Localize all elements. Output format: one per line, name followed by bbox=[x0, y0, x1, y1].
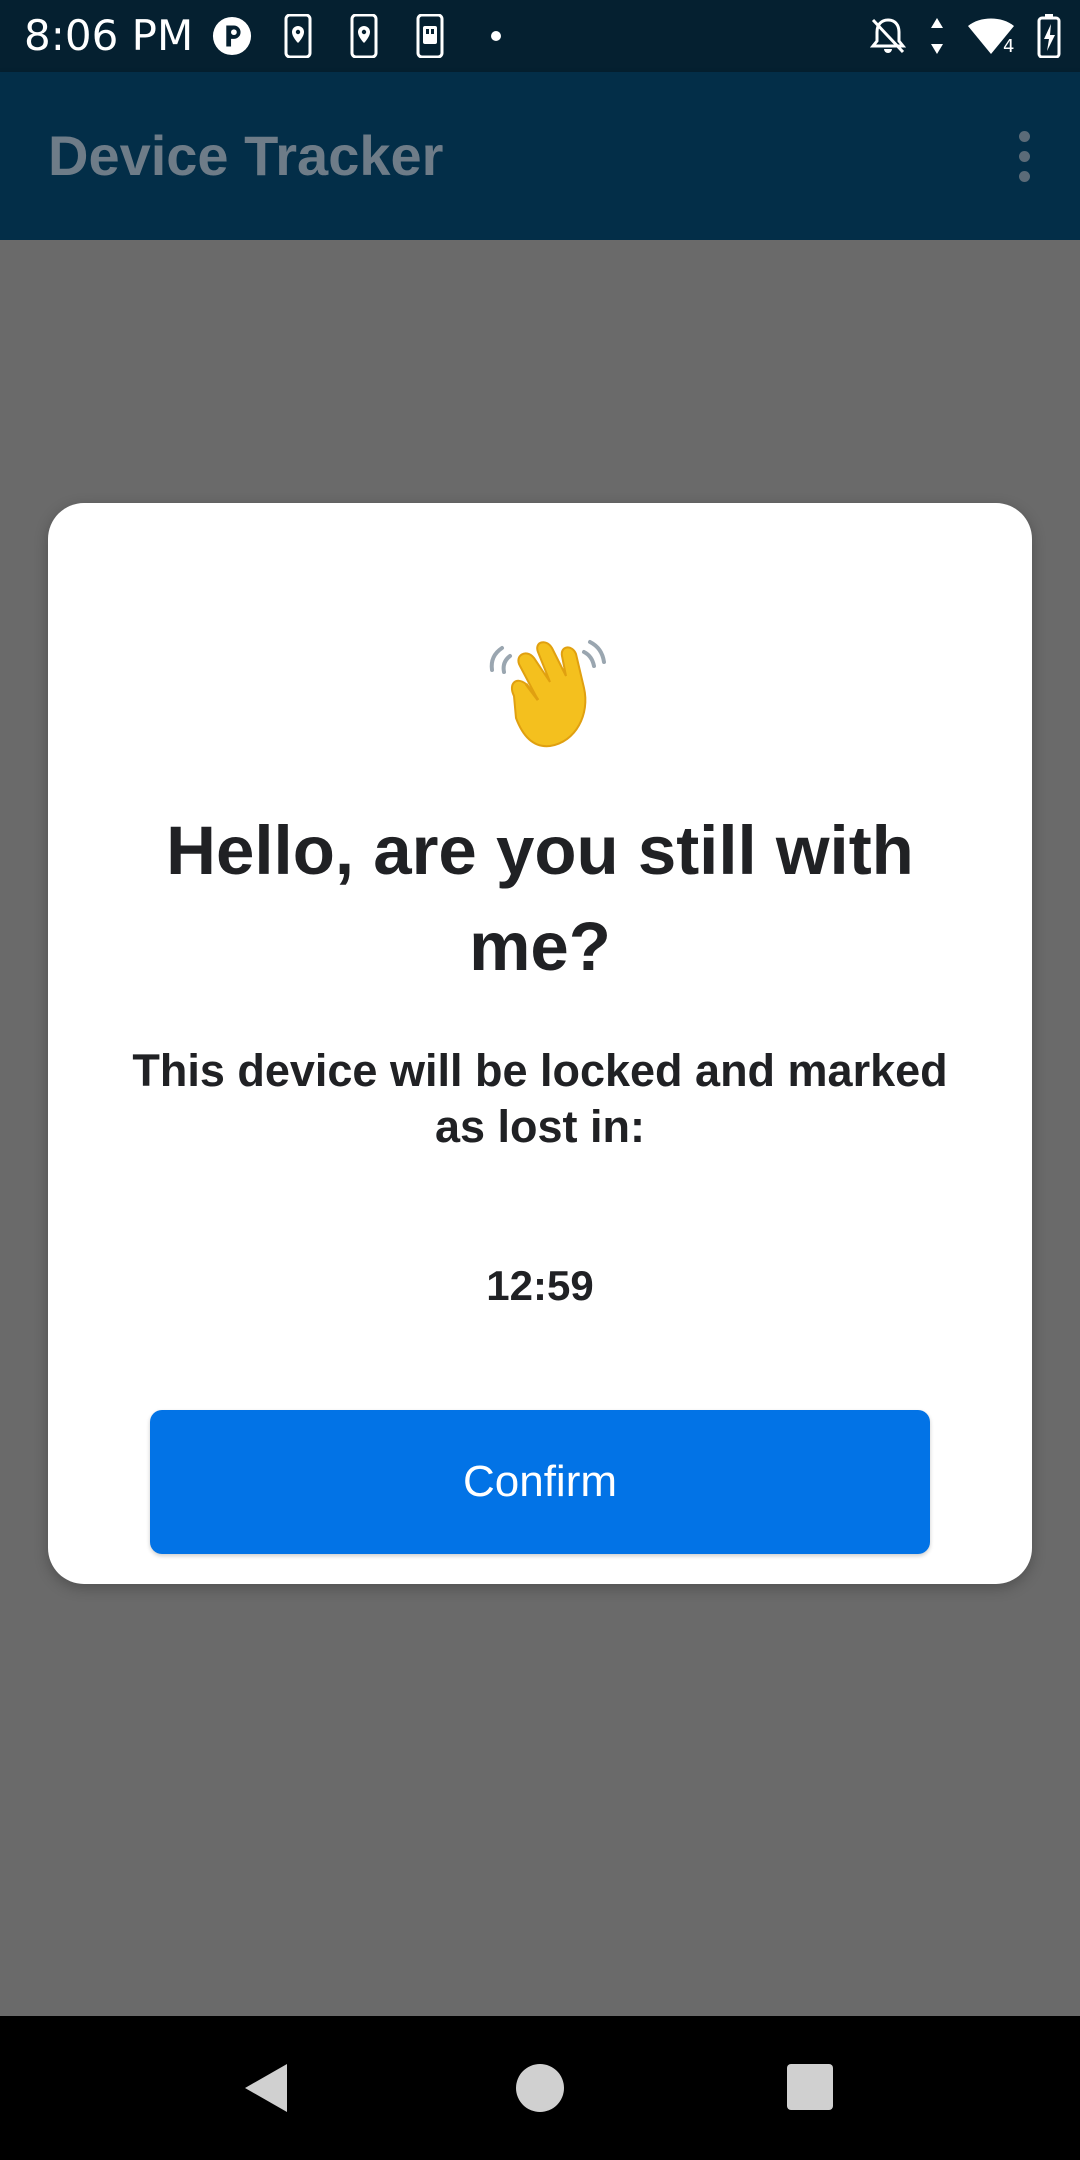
waving-hand-icon bbox=[480, 618, 620, 758]
dialog-title: Hello, are you still with me? bbox=[166, 812, 914, 985]
battery-charging-icon bbox=[1036, 14, 1062, 58]
notifications-off-icon bbox=[868, 14, 908, 58]
recents-square-icon[interactable] bbox=[787, 2064, 833, 2110]
status-bar: 8:06 PM 4 bbox=[0, 0, 1080, 72]
battery-level-text: 4 bbox=[1003, 36, 1014, 56]
more-vert-icon[interactable] bbox=[988, 116, 1060, 196]
countdown-timer: 12:59 bbox=[486, 1262, 594, 1309]
phone-sd-icon bbox=[410, 14, 450, 58]
dot-icon bbox=[476, 14, 516, 58]
dialog-message: This device will be locked and marked as… bbox=[132, 1045, 948, 1152]
circle-p-icon bbox=[212, 14, 252, 58]
back-triangle-icon[interactable] bbox=[243, 2062, 289, 2114]
status-notification-icons bbox=[212, 12, 516, 60]
navigation-bar bbox=[0, 2016, 1080, 2160]
inactivity-dialog: Hello, are you still with me? This devic… bbox=[48, 503, 1032, 1584]
phone-location-icon bbox=[344, 14, 384, 58]
confirm-button[interactable]: Confirm bbox=[150, 1410, 930, 1554]
app-title: Device Tracker bbox=[48, 124, 444, 187]
app-bar: Device Tracker bbox=[0, 72, 1080, 240]
phone-location-icon bbox=[278, 14, 318, 58]
home-circle-icon[interactable] bbox=[516, 2064, 564, 2112]
status-time: 8:06 PM bbox=[24, 11, 194, 60]
status-system-icons: 4 bbox=[868, 12, 1062, 60]
data-arrows-icon bbox=[928, 14, 946, 58]
wifi-icon: 4 bbox=[966, 14, 1016, 58]
